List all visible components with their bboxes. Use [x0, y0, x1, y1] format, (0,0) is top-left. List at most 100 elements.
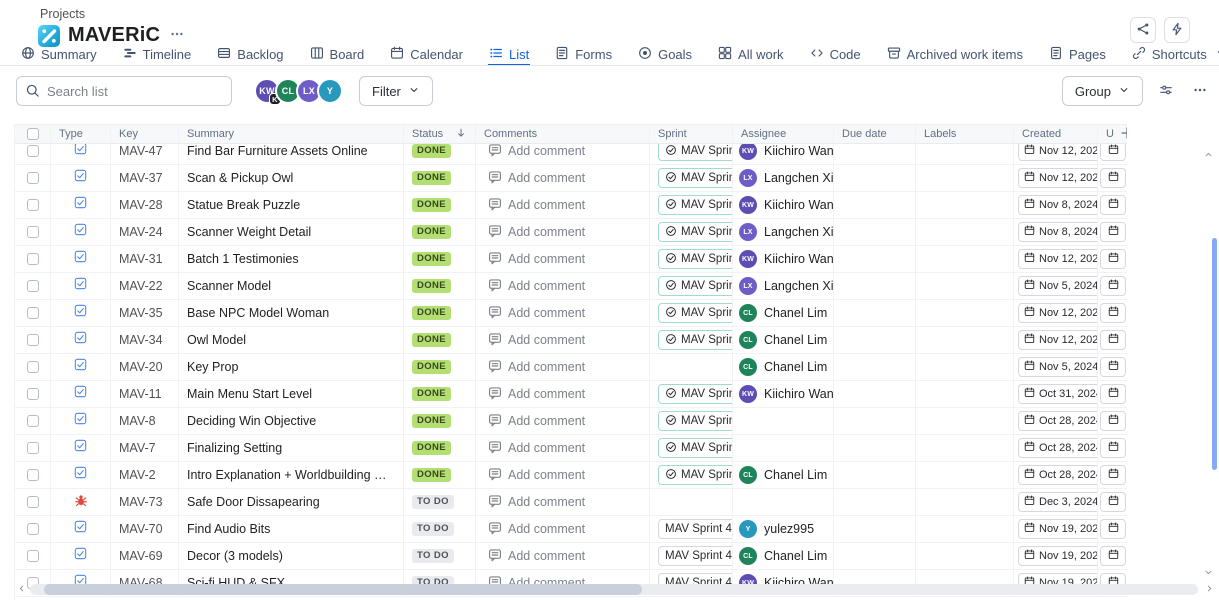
- filter-button[interactable]: Filter: [359, 76, 433, 106]
- sprint-cell[interactable]: MAV Sprint 4: [650, 543, 733, 569]
- type-cell[interactable]: [51, 354, 111, 380]
- summary-cell[interactable]: Statue Break Puzzle: [179, 192, 404, 218]
- key-cell[interactable]: MAV-35: [111, 300, 179, 326]
- key-cell[interactable]: MAV-24: [111, 219, 179, 245]
- column-header-updated[interactable]: U: [1098, 125, 1127, 143]
- column-header-sprint[interactable]: Sprint: [650, 125, 733, 143]
- sprint-cell[interactable]: MAV Sprint 2: [650, 219, 733, 245]
- status-cell[interactable]: DONE: [404, 192, 476, 218]
- key-cell[interactable]: MAV-37: [111, 165, 179, 191]
- table-row-mav-69[interactable]: MAV-69Decor (3 models)TO DOAdd commentMA…: [15, 543, 1127, 570]
- sprint-badge[interactable]: MAV Sprint 2: [658, 303, 733, 323]
- add-comment-link[interactable]: Add comment: [484, 143, 585, 160]
- row-checkbox[interactable]: [27, 523, 39, 535]
- labels-cell[interactable]: [916, 543, 1014, 569]
- status-cell[interactable]: TO DO: [404, 516, 476, 542]
- labels-cell[interactable]: [916, 165, 1014, 191]
- created-cell[interactable]: Nov 12, 2024: [1014, 246, 1098, 272]
- row-checkbox[interactable]: [27, 280, 39, 292]
- type-cell[interactable]: [51, 300, 111, 326]
- table-row-mav-31[interactable]: MAV-31Batch 1 TestimoniesDONEAdd comment…: [15, 246, 1127, 273]
- updated-cell[interactable]: [1098, 489, 1127, 515]
- updated-cell[interactable]: [1098, 516, 1127, 542]
- updated-cell[interactable]: [1098, 354, 1127, 380]
- row-checkbox[interactable]: [27, 442, 39, 454]
- type-cell[interactable]: [51, 219, 111, 245]
- sprint-cell[interactable]: MAV Sprint 2: [650, 300, 733, 326]
- scroll-right-icon[interactable]: [1204, 583, 1215, 594]
- updated-cell[interactable]: [1098, 165, 1127, 191]
- table-row-mav-8[interactable]: MAV-8Deciding Win ObjectiveDONEAdd comme…: [15, 408, 1127, 435]
- table-row-mav-24[interactable]: MAV-24Scanner Weight DetailDONEAdd comme…: [15, 219, 1127, 246]
- select-all-checkbox[interactable]: [27, 128, 39, 140]
- sprint-cell[interactable]: MAV Sprint 2: [650, 192, 733, 218]
- key-cell[interactable]: MAV-20: [111, 354, 179, 380]
- sprint-badge[interactable]: MAV Sprint 1: [658, 438, 733, 458]
- tab-all-work[interactable]: All work: [717, 47, 785, 66]
- horizontal-scrollbar-thumb[interactable]: [44, 584, 642, 595]
- key-cell[interactable]: MAV-34: [111, 327, 179, 353]
- due-date-cell[interactable]: [834, 543, 916, 569]
- assignee-cell[interactable]: [733, 435, 834, 461]
- column-header-status[interactable]: Status: [404, 125, 476, 143]
- key-cell[interactable]: MAV-70: [111, 516, 179, 542]
- updated-cell[interactable]: [1098, 300, 1127, 326]
- assignee-cell[interactable]: KWKiichiro Wang: [733, 246, 834, 272]
- type-cell[interactable]: [51, 192, 111, 218]
- summary-cell[interactable]: Scan & Pickup Owl: [179, 165, 404, 191]
- due-date-cell[interactable]: [834, 489, 916, 515]
- status-cell[interactable]: DONE: [404, 381, 476, 407]
- sprint-cell[interactable]: MAV Sprint 2: [650, 246, 733, 272]
- type-cell[interactable]: [51, 165, 111, 191]
- project-more-button[interactable]: [168, 25, 186, 46]
- key-cell[interactable]: MAV-73: [111, 489, 179, 515]
- assignee-cell[interactable]: [733, 489, 834, 515]
- updated-cell[interactable]: [1098, 462, 1127, 488]
- row-checkbox[interactable]: [27, 469, 39, 481]
- scroll-up-icon[interactable]: [1203, 149, 1214, 160]
- add-comment-link[interactable]: Add comment: [484, 359, 585, 376]
- due-date-cell[interactable]: [834, 300, 916, 326]
- search-input[interactable]: [16, 76, 232, 106]
- add-comment-link[interactable]: Add comment: [484, 197, 585, 214]
- due-date-cell[interactable]: [834, 381, 916, 407]
- labels-cell[interactable]: [916, 381, 1014, 407]
- tab-archived-work-items[interactable]: Archived work items: [886, 47, 1024, 66]
- sprint-cell[interactable]: [650, 354, 733, 380]
- created-cell[interactable]: Nov 5, 2024: [1014, 354, 1098, 380]
- tab-forms[interactable]: Forms: [554, 47, 613, 66]
- automation-button[interactable]: [1164, 17, 1190, 43]
- sprint-badge[interactable]: MAV Sprint 2: [658, 141, 733, 161]
- key-cell[interactable]: MAV-69: [111, 543, 179, 569]
- created-cell[interactable]: Nov 12, 2024: [1014, 300, 1098, 326]
- sprint-badge[interactable]: MAV Sprint 2: [658, 276, 733, 296]
- summary-cell[interactable]: Decor (3 models): [179, 543, 404, 569]
- row-checkbox[interactable]: [27, 145, 39, 157]
- labels-cell[interactable]: [916, 273, 1014, 299]
- add-comment-link[interactable]: Add comment: [484, 170, 585, 187]
- add-comment-link[interactable]: Add comment: [484, 440, 585, 457]
- sprint-cell[interactable]: MAV Sprint 2: [650, 327, 733, 353]
- status-cell[interactable]: TO DO: [404, 489, 476, 515]
- key-cell[interactable]: MAV-11: [111, 381, 179, 407]
- key-cell[interactable]: MAV-2: [111, 462, 179, 488]
- assignee-cell[interactable]: KWKiichiro Wang: [733, 381, 834, 407]
- table-row-mav-20[interactable]: MAV-20Key PropDONEAdd commentCLChanel Li…: [15, 354, 1127, 381]
- sprint-badge[interactable]: MAV Sprint 2: [658, 222, 733, 242]
- type-cell[interactable]: [51, 462, 111, 488]
- sprint-badge[interactable]: MAV Sprint 1: [658, 384, 733, 404]
- status-cell[interactable]: TO DO: [404, 543, 476, 569]
- status-cell[interactable]: DONE: [404, 408, 476, 434]
- summary-cell[interactable]: Finalizing Setting: [179, 435, 404, 461]
- row-checkbox[interactable]: [27, 172, 39, 184]
- created-cell[interactable]: Oct 28, 2024: [1014, 408, 1098, 434]
- sprint-badge[interactable]: MAV Sprint 2: [658, 195, 733, 215]
- type-cell[interactable]: [51, 273, 111, 299]
- table-row-mav-34[interactable]: MAV-34Owl ModelDONEAdd commentMAV Sprint…: [15, 327, 1127, 354]
- updated-cell[interactable]: [1098, 219, 1127, 245]
- row-checkbox[interactable]: [27, 199, 39, 211]
- table-row-mav-7[interactable]: MAV-7Finalizing SettingDONEAdd commentMA…: [15, 435, 1127, 462]
- updated-cell[interactable]: [1098, 408, 1127, 434]
- labels-cell[interactable]: [916, 327, 1014, 353]
- column-header-assignee[interactable]: Assignee: [733, 125, 834, 143]
